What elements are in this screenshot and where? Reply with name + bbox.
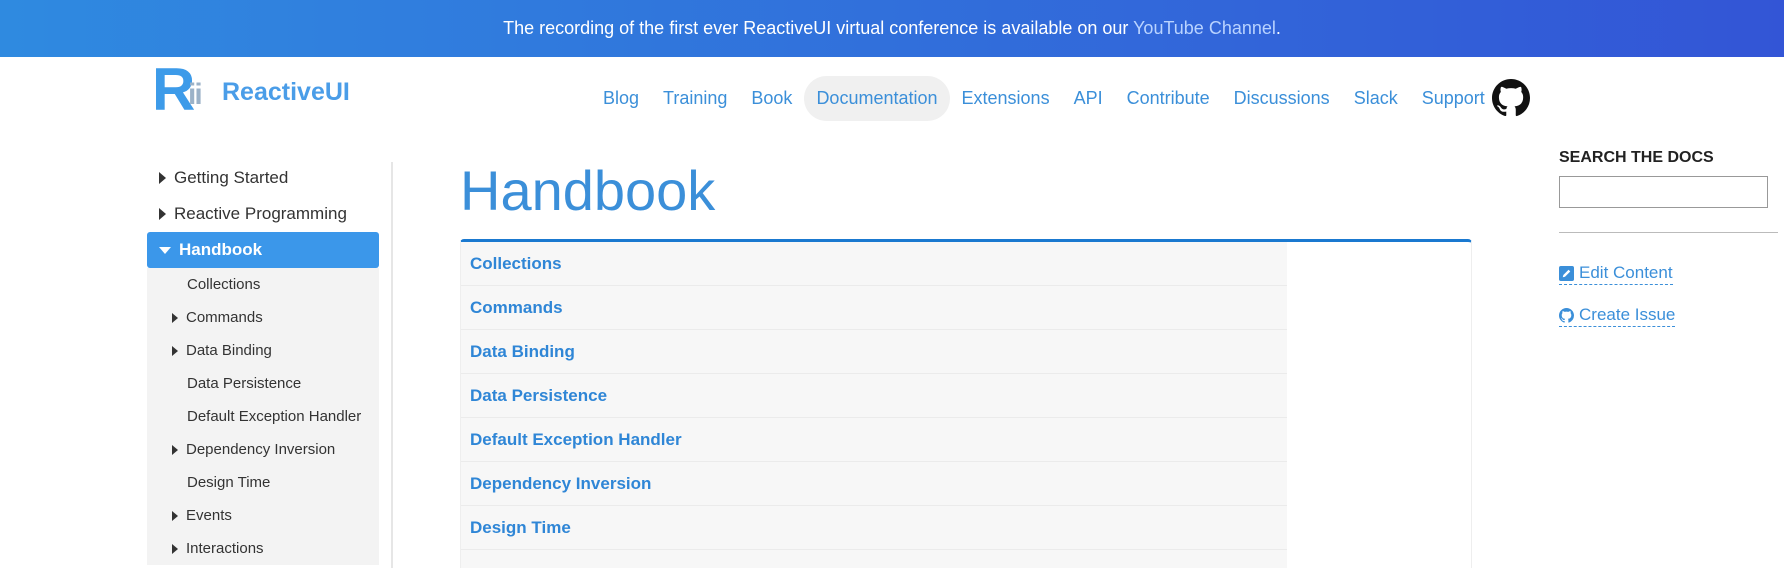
handbook-subnav: Collections Commands Data Binding Data P… <box>147 268 379 565</box>
sidebar-item-label: Getting Started <box>174 168 289 187</box>
edit-content-label: Edit Content <box>1579 263 1673 282</box>
toc-list: Collections Commands Data Binding Data P… <box>461 242 1287 568</box>
nav-discussions[interactable]: Discussions <box>1222 76 1342 121</box>
sidebar-subitem-collections[interactable]: Collections <box>147 268 379 301</box>
sidebar-subitem-label: Data Persistence <box>187 375 302 392</box>
caret-right-icon <box>172 543 178 554</box>
edit-icon <box>1559 265 1574 281</box>
toc-row: Collections <box>461 242 1287 286</box>
docs-sidebar: Getting Started Reactive Programming Han… <box>147 160 379 565</box>
sidebar-subitem-label: Dependency Inversion <box>186 441 336 458</box>
nav-support[interactable]: Support <box>1410 76 1497 121</box>
toc-panel: Collections Commands Data Binding Data P… <box>460 239 1472 568</box>
sidebar-item-reactive-programming[interactable]: Reactive Programming <box>147 196 379 232</box>
reactiveui-logo-icon: R ii <box>152 60 206 120</box>
sidebar-subitem-label: Interactions <box>186 540 264 557</box>
sidebar-subitem-label: Commands <box>186 309 263 326</box>
nav-book[interactable]: Book <box>739 76 804 121</box>
nav-slack[interactable]: Slack <box>1342 76 1410 121</box>
caret-down-icon <box>159 246 171 254</box>
sidebar-subitem-label: Design Time <box>187 474 271 491</box>
toc-row: Data Binding <box>461 330 1287 374</box>
nav-api[interactable]: API <box>1062 76 1115 121</box>
sidebar-subitem-data-persistence[interactable]: Data Persistence <box>147 367 379 400</box>
main-nav: Blog Training Book Documentation Extensi… <box>591 74 1497 122</box>
youtube-channel-link[interactable]: YouTube Channel <box>1133 18 1276 38</box>
sidebar-item-handbook[interactable]: Handbook <box>147 232 379 268</box>
site-logo[interactable]: R ii ReactiveUI <box>152 60 350 120</box>
sidebar-item-label: Handbook <box>179 240 263 259</box>
toc-link-commands[interactable]: Commands <box>470 298 563 318</box>
toc-link-default-exception-handler[interactable]: Default Exception Handler <box>470 430 682 450</box>
sidebar-subitem-default-exception-handler[interactable]: Default Exception Handler <box>147 400 379 433</box>
github-icon <box>1559 307 1574 323</box>
sidebar-item-getting-started[interactable]: Getting Started <box>147 160 379 196</box>
toc-link-data-persistence[interactable]: Data Persistence <box>470 386 607 406</box>
toc-link-collections[interactable]: Collections <box>470 254 562 274</box>
toc-row <box>461 550 1287 568</box>
sidebar-item-label: Reactive Programming <box>174 204 347 223</box>
nav-documentation[interactable]: Documentation <box>804 75 950 121</box>
toc-link-data-binding[interactable]: Data Binding <box>470 342 575 362</box>
sidebar-subitem-dependency-inversion[interactable]: Dependency Inversion <box>147 433 379 466</box>
page-title: Handbook <box>460 159 716 222</box>
sidebar-subitem-label: Default Exception Handler <box>187 408 362 425</box>
banner-suffix: . <box>1275 18 1281 38</box>
sidebar-subitem-design-time[interactable]: Design Time <box>147 466 379 499</box>
logo-mark-ii: ii <box>188 78 203 111</box>
toc-link-dependency-inversion[interactable]: Dependency Inversion <box>470 474 651 494</box>
edit-content-link[interactable]: Edit Content <box>1559 263 1673 285</box>
announcement-banner: The recording of the first ever Reactive… <box>0 0 1784 57</box>
nav-extensions[interactable]: Extensions <box>950 76 1062 121</box>
search-title: SEARCH THE DOCS <box>1559 149 1714 166</box>
sidebar-subitem-label: Collections <box>187 276 261 293</box>
github-icon[interactable] <box>1492 79 1530 117</box>
create-issue-link[interactable]: Create Issue <box>1559 305 1676 327</box>
sidebar-subitem-events[interactable]: Events <box>147 499 379 532</box>
nav-training[interactable]: Training <box>651 76 739 121</box>
caret-right-icon <box>172 510 178 521</box>
toc-row: Data Persistence <box>461 374 1287 418</box>
nav-contribute[interactable]: Contribute <box>1115 76 1222 121</box>
toc-row: Commands <box>461 286 1287 330</box>
caret-right-icon <box>172 312 178 323</box>
caret-right-icon <box>159 208 166 220</box>
toc-row: Design Time <box>461 506 1287 550</box>
toc-row: Dependency Inversion <box>461 462 1287 506</box>
toc-link-design-time[interactable]: Design Time <box>470 518 571 538</box>
right-divider <box>1559 232 1778 233</box>
caret-right-icon <box>172 345 178 356</box>
toc-row: Default Exception Handler <box>461 418 1287 462</box>
search-input[interactable] <box>1559 176 1768 208</box>
sidebar-subitem-label: Data Binding <box>186 342 272 359</box>
sidebar-divider <box>391 162 393 568</box>
caret-right-icon <box>172 444 178 455</box>
sidebar-subitem-data-binding[interactable]: Data Binding <box>147 334 379 367</box>
sidebar-subitem-commands[interactable]: Commands <box>147 301 379 334</box>
caret-right-icon <box>159 172 166 184</box>
nav-blog[interactable]: Blog <box>591 76 651 121</box>
create-issue-label: Create Issue <box>1579 305 1676 324</box>
brand-name: ReactiveUI <box>222 77 350 106</box>
banner-text: The recording of the first ever Reactive… <box>503 18 1134 38</box>
sidebar-subitem-label: Events <box>186 507 232 524</box>
sidebar-subitem-interactions[interactable]: Interactions <box>147 532 379 565</box>
